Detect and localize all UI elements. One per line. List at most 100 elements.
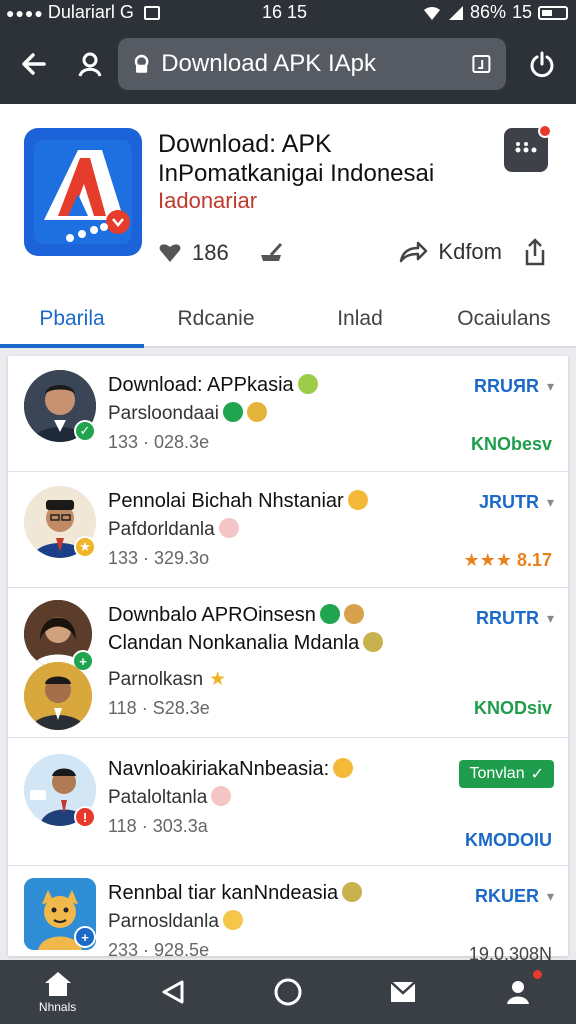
app-title: Download: APK (158, 130, 332, 158)
star-badge-icon: ★ (74, 536, 96, 558)
user-icon (78, 52, 102, 77)
forward-arrow-icon (400, 241, 428, 263)
row-meta: 233 · 928.5e (108, 940, 210, 960)
row-title: NavnloakiriakaNnbeasia: (108, 758, 330, 780)
row-rating: ★★★ 8.17 (463, 550, 552, 570)
avatar (24, 662, 92, 730)
carrier-label: Dulariarl G (47, 2, 134, 22)
row-action-button[interactable]: RKUER ▾ (475, 886, 554, 907)
row-title: Download: APPkasia (108, 374, 294, 396)
circle-home-icon (274, 978, 302, 1006)
arrow-left-icon (22, 53, 46, 75)
list-item[interactable]: ✓ Download: APPkasia Parsloondaai 133 · … (8, 356, 568, 472)
row-status: KNODsiv (473, 698, 552, 718)
app-header-card: Download: APK InPomatkanigai Indonesai I… (0, 104, 576, 348)
chevron-down-icon: ▾ (546, 610, 554, 626)
emoji-icon (363, 632, 384, 652)
app-list: ✓ Download: APPkasia Parsloondaai 133 · … (8, 356, 568, 964)
battery-icon (538, 5, 568, 20)
share-icon[interactable] (522, 238, 548, 266)
tab-2[interactable]: Rdcanie (144, 292, 288, 346)
row-status: KNObesv (470, 434, 552, 454)
status-clock-right: 15 (511, 2, 532, 22)
nav-back[interactable] (115, 960, 230, 1024)
row-title: Downbalo APROinsesn (108, 604, 316, 626)
profile-icon (507, 981, 530, 1004)
row-subtitle: Parnosldanla (108, 911, 219, 932)
row-meta: 133 · 329.3o (108, 548, 210, 568)
nav-profile[interactable] (461, 960, 576, 1024)
chevron-down-icon: ▾ (546, 378, 554, 394)
app-developer-link[interactable]: Iadonariar (158, 188, 257, 214)
row-action-label: RRUЯR (474, 376, 539, 396)
search-bar[interactable] (118, 38, 506, 90)
row-title: Rennbal tiar kanNndeasia (108, 882, 339, 904)
app-logo-icon[interactable] (24, 128, 142, 256)
plus-badge-icon (319, 604, 340, 624)
top-bar: ●●●● Dulariarl G 16 15 86% 15 (0, 0, 576, 104)
brush-icon[interactable] (259, 241, 287, 265)
status-bar: ●●●● Dulariarl G 16 15 86% 15 (0, 0, 576, 26)
emoji-icon (333, 758, 354, 778)
emoji-icon (211, 786, 232, 806)
row-action-label: RRUTR (475, 608, 539, 628)
power-button[interactable] (522, 44, 562, 84)
row-meta: 118 · 303.3a (108, 816, 208, 836)
tab-switch-icon[interactable] (471, 51, 492, 77)
row-action-label: JRUTR (478, 492, 539, 512)
home-icon (44, 972, 71, 996)
row-action-button[interactable]: JRUTR ▾ (479, 492, 554, 513)
notification-dot (538, 124, 552, 138)
nav-mail[interactable] (346, 960, 461, 1024)
nav-home-label: Nhnals (38, 1000, 77, 1014)
plus-badge-icon: + (74, 926, 96, 948)
row-meta: 118 · S28.3e (108, 698, 210, 718)
chevron-down-icon: ▾ (546, 494, 554, 510)
row-action-button[interactable]: RRUЯR ▾ (474, 376, 554, 397)
tab-4[interactable]: Ocaiulans (432, 292, 576, 346)
share-label: Kdfom (438, 239, 502, 264)
row-action-label: RKUER (474, 886, 539, 906)
emoji-icon (297, 374, 318, 394)
alert-badge-icon: ! (74, 806, 96, 828)
lock-search-icon (134, 54, 149, 73)
tab-3[interactable]: Inlad (288, 292, 432, 346)
app-stats: 186 (158, 240, 287, 266)
power-icon (530, 51, 554, 78)
row-action-button[interactable]: RRUTR ▾ (476, 608, 554, 629)
emoji-icon (222, 910, 243, 930)
battery-percent: 86% (469, 2, 506, 22)
tab-bar: Pbarila Rdcanie Inlad Ocaiulans (0, 292, 576, 348)
download-button[interactable]: Tonvlan ✓ (459, 760, 554, 788)
list-item[interactable]: + Downbalo APROinsesn Clandan Nonkanalia… (8, 588, 568, 738)
download-button-label: Tonvlan (469, 765, 525, 782)
tab-1[interactable]: Pbarila (0, 292, 144, 348)
row-status: KMODOIU (465, 830, 552, 850)
bottom-nav: Nhnals (0, 960, 576, 1024)
list-item[interactable]: ★ Pennolai Bichah Nhstaniar Pafdorldanla… (8, 472, 568, 588)
emoji-icon (246, 402, 267, 422)
wifi-icon (423, 6, 440, 20)
cell-signal-icon (448, 5, 463, 20)
status-time: 16 15 (262, 2, 308, 22)
heart-shield-icon (159, 244, 181, 262)
account-button[interactable] (70, 44, 110, 84)
chat-button[interactable] (504, 124, 552, 172)
share-area[interactable]: Kdfom (398, 238, 548, 266)
list-item[interactable]: ! NavnloakiriakaNnbeasia: Pataloltanla 1… (8, 738, 568, 866)
nav-home[interactable]: Nhnals (0, 960, 115, 1024)
emoji-icon (343, 604, 364, 624)
row-meta: 133 · 028.3e (108, 432, 210, 452)
signal-dots-icon: ●●●● (6, 4, 44, 21)
row-subtitle: Pataloltanla (108, 787, 208, 808)
row-subtitle: Pafdorldanla (108, 519, 215, 540)
nav-circle[interactable] (230, 960, 345, 1024)
plus-badge-icon (222, 402, 243, 422)
rating-count: 186 (192, 240, 229, 265)
row-title-line-2: Clandan Nonkanalia Mdanla (108, 632, 360, 654)
check-icon: ✓ (530, 766, 544, 783)
emoji-icon (218, 518, 239, 538)
list-item[interactable]: + Rennbal tiar kanNndeasia Parnosldanla … (8, 866, 568, 964)
back-button[interactable] (14, 44, 54, 84)
search-input[interactable] (161, 50, 472, 78)
